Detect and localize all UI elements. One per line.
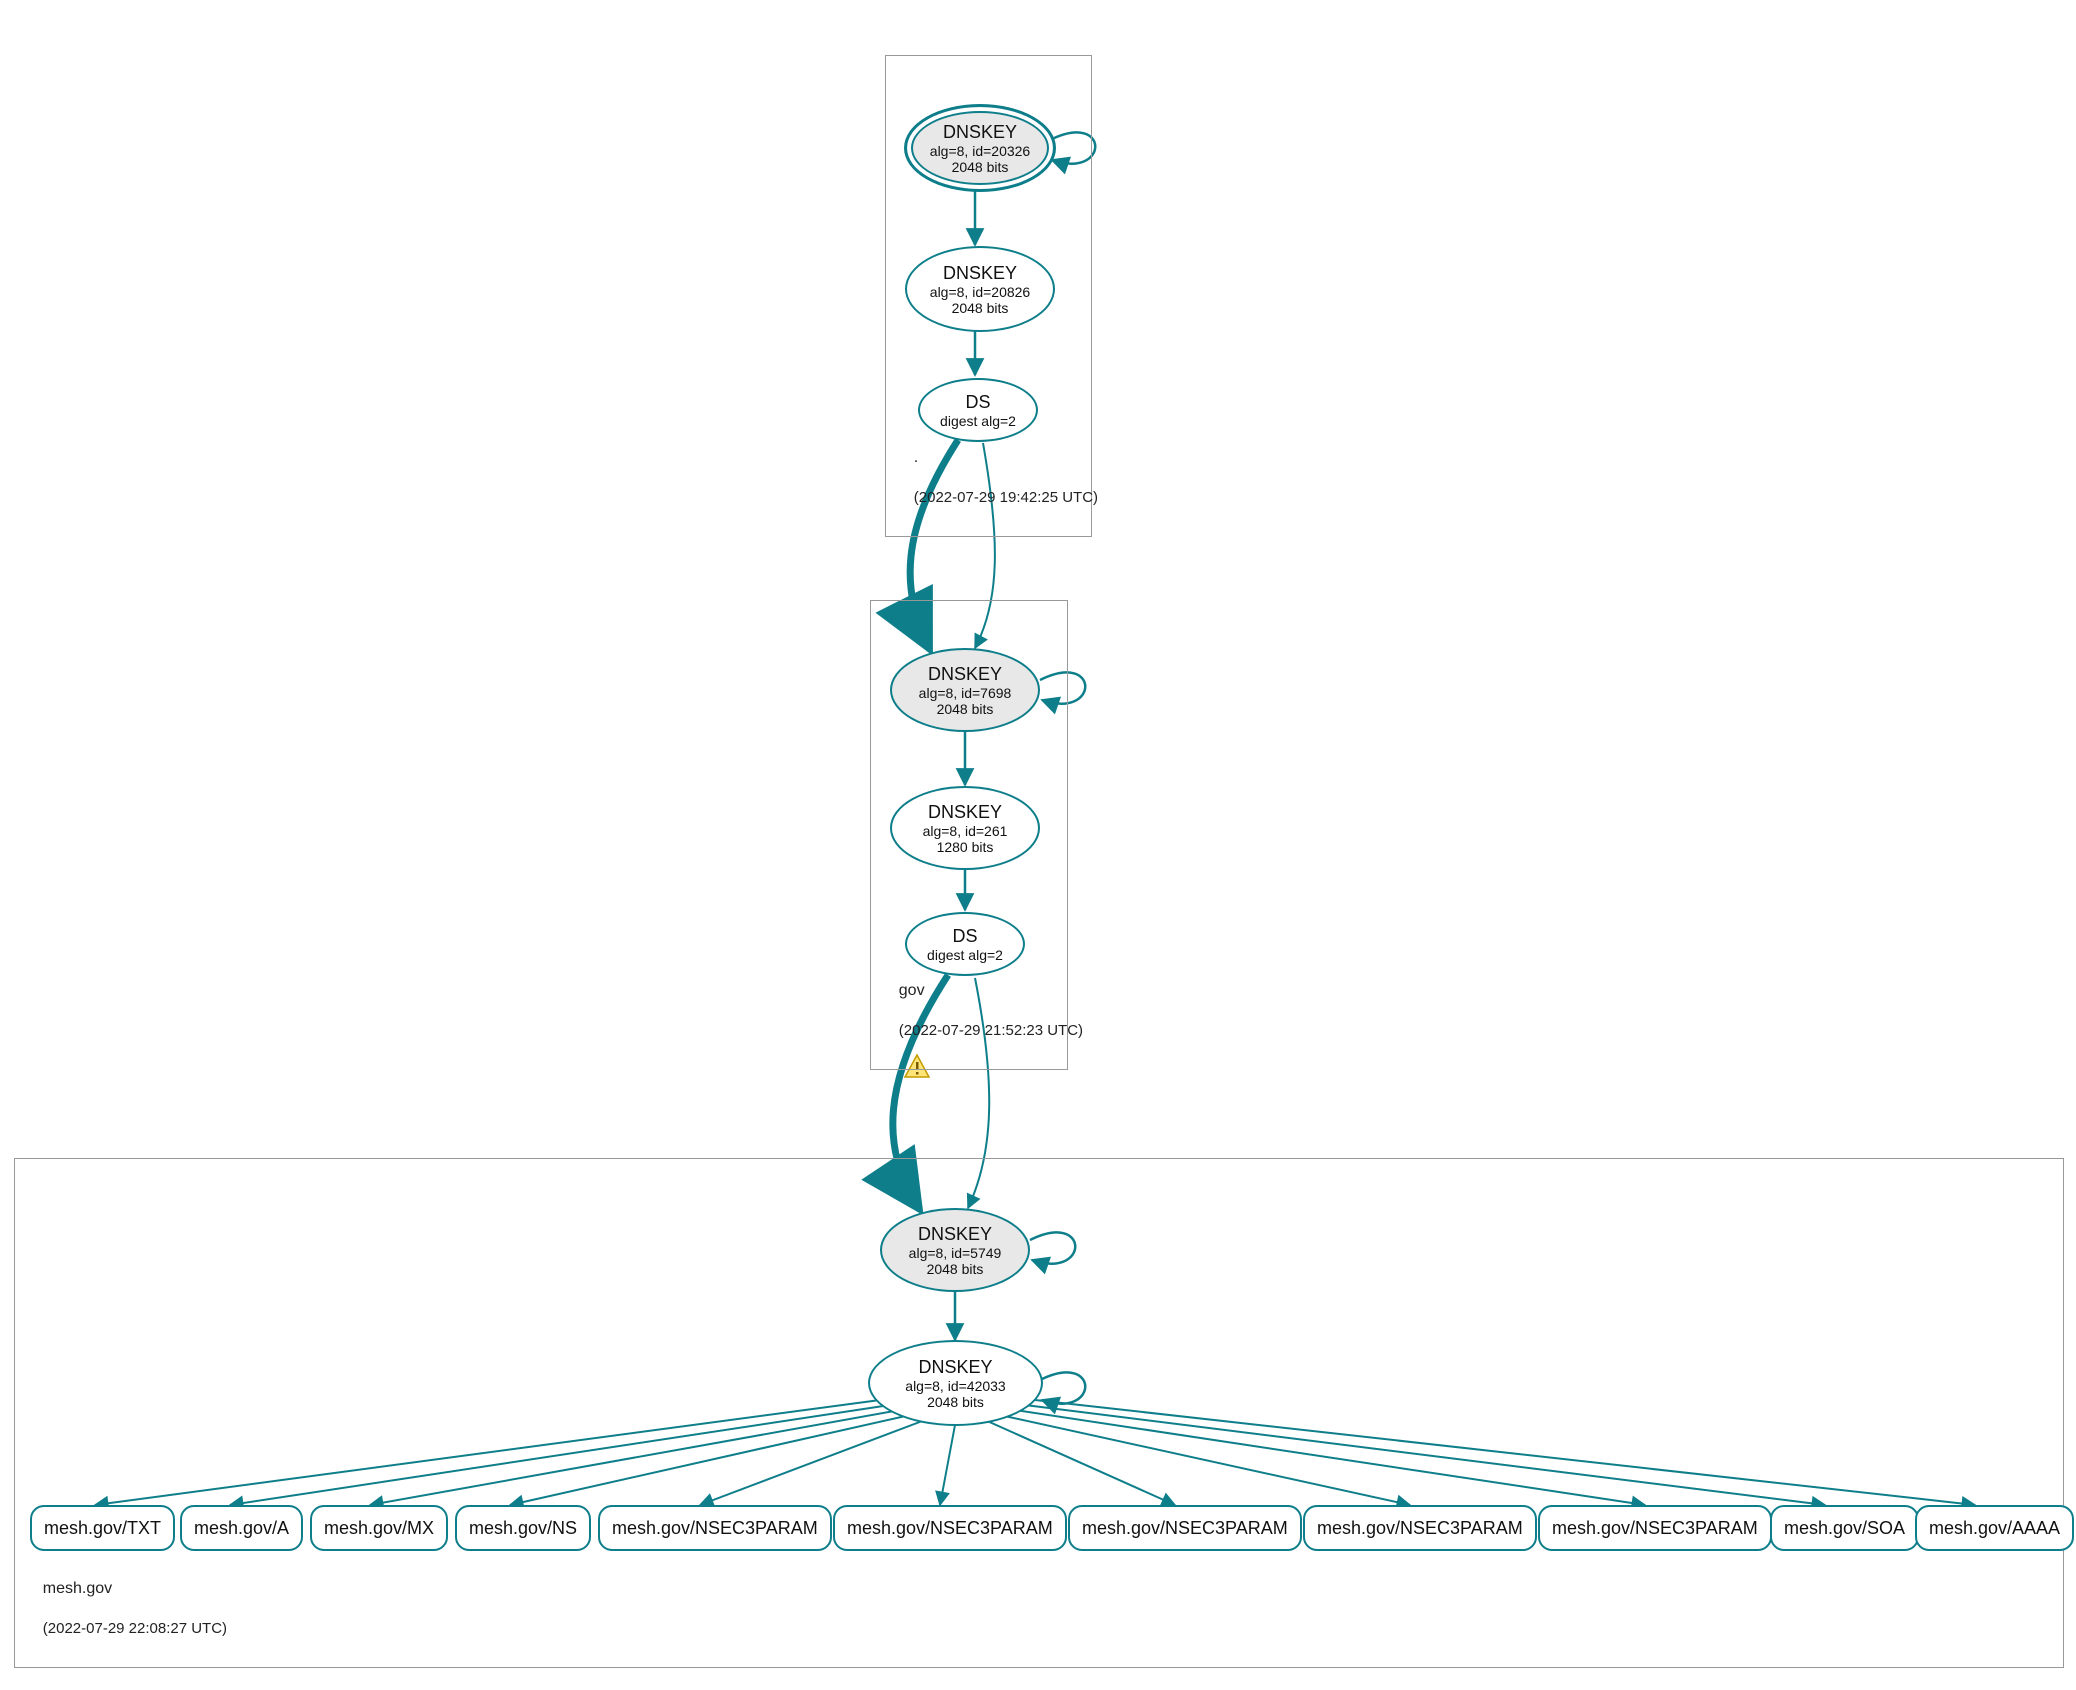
label: alg=8, id=5749 — [909, 1245, 1002, 1261]
node-root-ksk-alg: alg=8, id=20326 — [930, 143, 1030, 159]
node-rr-n3p-4[interactable]: mesh.gov/NSEC3PARAM — [1303, 1505, 1537, 1551]
node-root-ksk-type: DNSKEY — [943, 122, 1017, 143]
label: mesh.gov/NS — [469, 1518, 577, 1539]
zone-root-name: . — [914, 449, 918, 466]
zone-mesh: mesh.gov (2022-07-29 22:08:27 UTC) — [14, 1158, 2064, 1668]
label: DNSKEY — [918, 1357, 992, 1378]
zone-gov-ts: (2022-07-29 21:52:23 UTC) — [899, 1022, 1083, 1039]
label: mesh.gov/NSEC3PARAM — [612, 1518, 818, 1539]
label: mesh.gov/NSEC3PARAM — [1082, 1518, 1288, 1539]
zone-gov-name: gov — [899, 982, 925, 999]
label: mesh.gov/MX — [324, 1518, 434, 1539]
label: alg=8, id=42033 — [905, 1378, 1005, 1394]
node-rr-a[interactable]: mesh.gov/A — [180, 1505, 303, 1551]
node-rr-n3p-2[interactable]: mesh.gov/NSEC3PARAM — [833, 1505, 1067, 1551]
zone-gov-label: gov (2022-07-29 21:52:23 UTC) — [881, 961, 1083, 1061]
node-mesh-zsk[interactable]: DNSKEY alg=8, id=42033 2048 bits — [868, 1340, 1043, 1426]
label: digest alg=2 — [940, 413, 1016, 429]
zone-root-label: . (2022-07-29 19:42:25 UTC) — [896, 428, 1098, 528]
label: DNSKEY — [918, 1224, 992, 1245]
label: alg=8, id=261 — [923, 823, 1008, 839]
node-rr-aaaa[interactable]: mesh.gov/AAAA — [1915, 1505, 2074, 1551]
label: DNSKEY — [928, 802, 1002, 823]
label: 2048 bits — [927, 1261, 984, 1277]
zone-mesh-ts: (2022-07-29 22:08:27 UTC) — [43, 1620, 227, 1637]
label: mesh.gov/A — [194, 1518, 289, 1539]
node-rr-n3p-3[interactable]: mesh.gov/NSEC3PARAM — [1068, 1505, 1302, 1551]
node-rr-ns[interactable]: mesh.gov/NS — [455, 1505, 591, 1551]
label: mesh.gov/AAAA — [1929, 1518, 2060, 1539]
zone-mesh-name: mesh.gov — [43, 1580, 112, 1597]
label: mesh.gov/NSEC3PARAM — [1317, 1518, 1523, 1539]
label: 2048 bits — [927, 1394, 984, 1410]
node-gov-ds[interactable]: DS digest alg=2 — [905, 912, 1025, 976]
label: mesh.gov/TXT — [44, 1518, 161, 1539]
label: digest alg=2 — [927, 947, 1003, 963]
node-rr-mx[interactable]: mesh.gov/MX — [310, 1505, 448, 1551]
label: mesh.gov/SOA — [1784, 1518, 1905, 1539]
zone-root-ts: (2022-07-29 19:42:25 UTC) — [914, 489, 1098, 506]
node-mesh-ksk[interactable]: DNSKEY alg=8, id=5749 2048 bits — [880, 1208, 1030, 1292]
label: DS — [952, 926, 977, 947]
node-root-zsk[interactable]: DNSKEY alg=8, id=20826 2048 bits — [905, 246, 1055, 332]
node-gov-zsk[interactable]: DNSKEY alg=8, id=261 1280 bits — [890, 786, 1040, 870]
node-rr-n3p-5[interactable]: mesh.gov/NSEC3PARAM — [1538, 1505, 1772, 1551]
node-rr-n3p-1[interactable]: mesh.gov/NSEC3PARAM — [598, 1505, 832, 1551]
node-gov-ksk[interactable]: DNSKEY alg=8, id=7698 2048 bits — [890, 648, 1040, 732]
label: mesh.gov/NSEC3PARAM — [1552, 1518, 1758, 1539]
label: 2048 bits — [937, 701, 994, 717]
label: alg=8, id=20826 — [930, 284, 1030, 300]
node-root-ksk[interactable]: DNSKEY alg=8, id=20326 2048 bits — [905, 105, 1055, 191]
label: 1280 bits — [937, 839, 994, 855]
node-rr-txt[interactable]: mesh.gov/TXT — [30, 1505, 175, 1551]
label: DS — [965, 392, 990, 413]
zone-mesh-label: mesh.gov (2022-07-29 22:08:27 UTC) — [25, 1559, 227, 1659]
node-root-ksk-bits: 2048 bits — [952, 159, 1009, 175]
label: DNSKEY — [928, 664, 1002, 685]
label: 2048 bits — [952, 300, 1009, 316]
label: DNSKEY — [943, 263, 1017, 284]
node-root-ds[interactable]: DS digest alg=2 — [918, 378, 1038, 442]
label: alg=8, id=7698 — [919, 685, 1012, 701]
node-rr-soa[interactable]: mesh.gov/SOA — [1770, 1505, 1919, 1551]
label: mesh.gov/NSEC3PARAM — [847, 1518, 1053, 1539]
